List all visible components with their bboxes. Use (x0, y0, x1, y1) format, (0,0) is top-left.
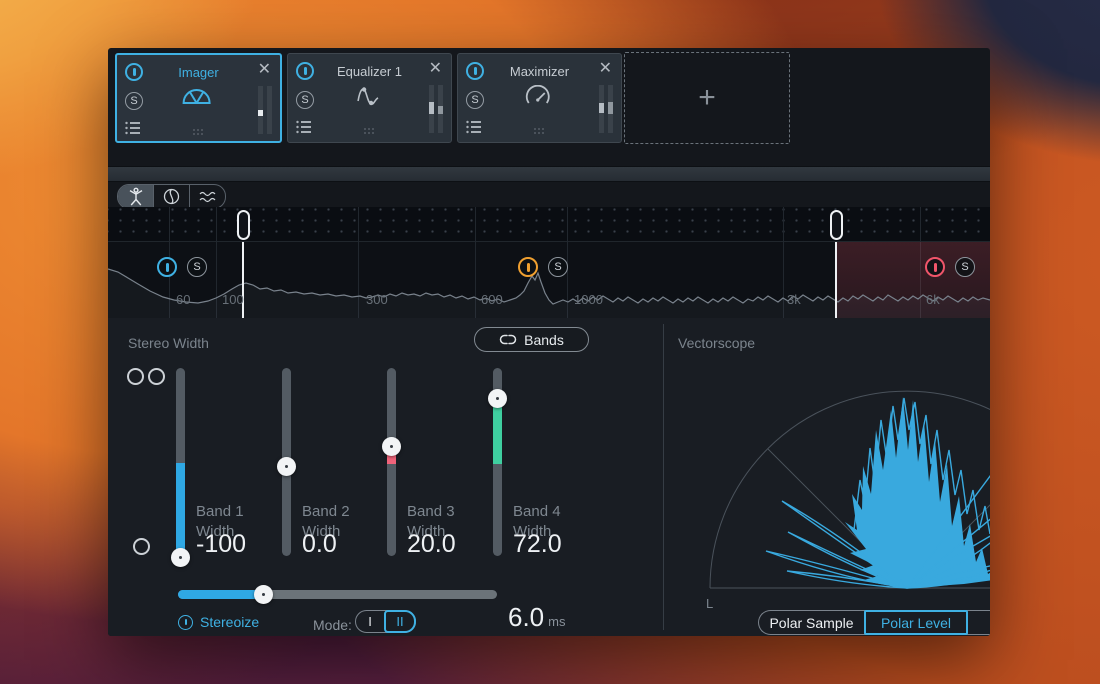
stick-figure-icon (127, 187, 145, 206)
stereoize-slider[interactable] (178, 590, 497, 599)
delay-value[interactable]: 6.0 (508, 602, 544, 633)
stereoize-toggle[interactable]: Stereoize (178, 614, 259, 630)
preset-list-icon[interactable] (466, 120, 482, 139)
imager-module-icon (181, 86, 211, 110)
bands-button-label: Bands (524, 332, 564, 348)
crossover-spectrum-display: S S S 60 100 300 600 1000 3k 6k (108, 207, 990, 318)
module-title: Maximizer (458, 64, 621, 79)
mode-label: Mode: (313, 617, 352, 633)
band1-power-icon[interactable] (157, 257, 177, 277)
band2-width-handle[interactable] (277, 457, 296, 476)
module-card-equalizer[interactable]: Equalizer 1 ✕ S (287, 53, 452, 143)
band4-width-value[interactable]: 72.0 (513, 530, 562, 559)
bands-link-button[interactable]: Bands (474, 327, 589, 352)
band4-power-icon[interactable] (925, 257, 945, 277)
drag-handle-icon[interactable] (364, 128, 376, 136)
solo-icon[interactable]: S (296, 91, 314, 109)
freq-label: 6k (926, 292, 940, 307)
module-card-imager[interactable]: Imager ✕ S (115, 53, 282, 143)
stereo-width-title: Stereo Width (128, 335, 209, 351)
preset-list-icon[interactable] (296, 120, 312, 139)
band1-solo-icon[interactable]: S (187, 257, 207, 277)
link-icon (499, 333, 517, 346)
module-card-maximizer[interactable]: Maximizer ✕ S (457, 53, 622, 143)
mode-1-button[interactable]: I (356, 611, 384, 632)
freq-label: 1000 (574, 292, 603, 307)
stereoize-fill (178, 590, 263, 599)
module-meters (258, 86, 272, 134)
polar-sine-icon (162, 187, 181, 206)
band1-width-value[interactable]: -100 (196, 530, 246, 559)
stereoize-handle[interactable] (254, 585, 273, 604)
view-mode-polar-sample-button[interactable] (153, 185, 189, 208)
band3-width-value[interactable]: 20.0 (407, 530, 456, 559)
drag-handle-icon[interactable] (534, 128, 546, 136)
preset-list-icon[interactable] (125, 121, 141, 140)
stereoize-delay: 6.0 ms (508, 602, 566, 633)
view-mode-soundfield-button[interactable] (118, 185, 153, 208)
mono-scale-icon (133, 538, 150, 560)
band4-solo-icon[interactable]: S (955, 257, 975, 277)
delay-unit: ms (548, 614, 565, 629)
band2-width-value[interactable]: 0.0 (302, 530, 337, 559)
close-icon[interactable]: ✕ (258, 59, 271, 79)
vectorscope-display (664, 318, 990, 636)
stereoize-label: Stereoize (200, 614, 259, 630)
band3-width-slider[interactable] (387, 368, 396, 556)
close-icon[interactable]: ✕ (599, 58, 612, 78)
plugin-window: Imager ✕ S Equalizer 1 ✕ S (108, 48, 990, 636)
module-title: Imager (117, 65, 280, 80)
band3-power-icon[interactable] (518, 257, 538, 277)
module-meters (599, 85, 613, 133)
stereoize-power-icon (178, 615, 193, 630)
band1-width-fill (176, 463, 185, 556)
vectorscope-view-switch: Polar Sample Polar Level (758, 610, 990, 635)
wide-scale-icon (127, 368, 165, 385)
solo-icon[interactable]: S (125, 92, 143, 110)
band3-solo-icon[interactable]: S (548, 257, 568, 277)
band3-width-handle[interactable] (382, 437, 401, 456)
view-mode-toolbar (117, 184, 226, 209)
drag-handle-icon[interactable] (193, 129, 205, 137)
module-meters (429, 85, 443, 133)
freq-label: 100 (222, 292, 244, 307)
left-channel-label: L (706, 596, 713, 611)
solo-icon[interactable]: S (466, 91, 484, 109)
main-panel: Stereo Width Bands Band 1Width -100 Band… (108, 318, 990, 636)
close-icon[interactable]: ✕ (429, 58, 442, 78)
crossover-handle-1[interactable] (237, 210, 250, 240)
band4-width-handle[interactable] (488, 389, 507, 408)
crossover-line (835, 242, 837, 318)
header-strip (108, 166, 990, 182)
freq-label: 300 (366, 292, 388, 307)
module-title: Equalizer 1 (288, 64, 451, 79)
freq-label: 600 (481, 292, 503, 307)
freq-label: 3k (787, 292, 801, 307)
equalizer-module-icon (356, 85, 380, 112)
add-module-button[interactable]: + (624, 52, 790, 144)
crossover-handle-2[interactable] (830, 210, 843, 240)
stereoize-mode-switch: I II (355, 610, 416, 633)
band4-width-fill (493, 404, 502, 464)
plus-icon: + (698, 81, 716, 115)
mode-2-button[interactable]: II (384, 610, 416, 633)
maximizer-module-icon (523, 85, 551, 110)
band1-width-handle[interactable] (171, 548, 190, 567)
band1-width-slider[interactable] (176, 368, 185, 556)
freq-label: 60 (176, 292, 190, 307)
waves-icon (198, 190, 218, 204)
view-mode-waveform-button[interactable] (189, 185, 225, 208)
polar-level-button[interactable]: Polar Level (864, 610, 968, 635)
polar-sample-button[interactable]: Polar Sample (759, 611, 864, 634)
